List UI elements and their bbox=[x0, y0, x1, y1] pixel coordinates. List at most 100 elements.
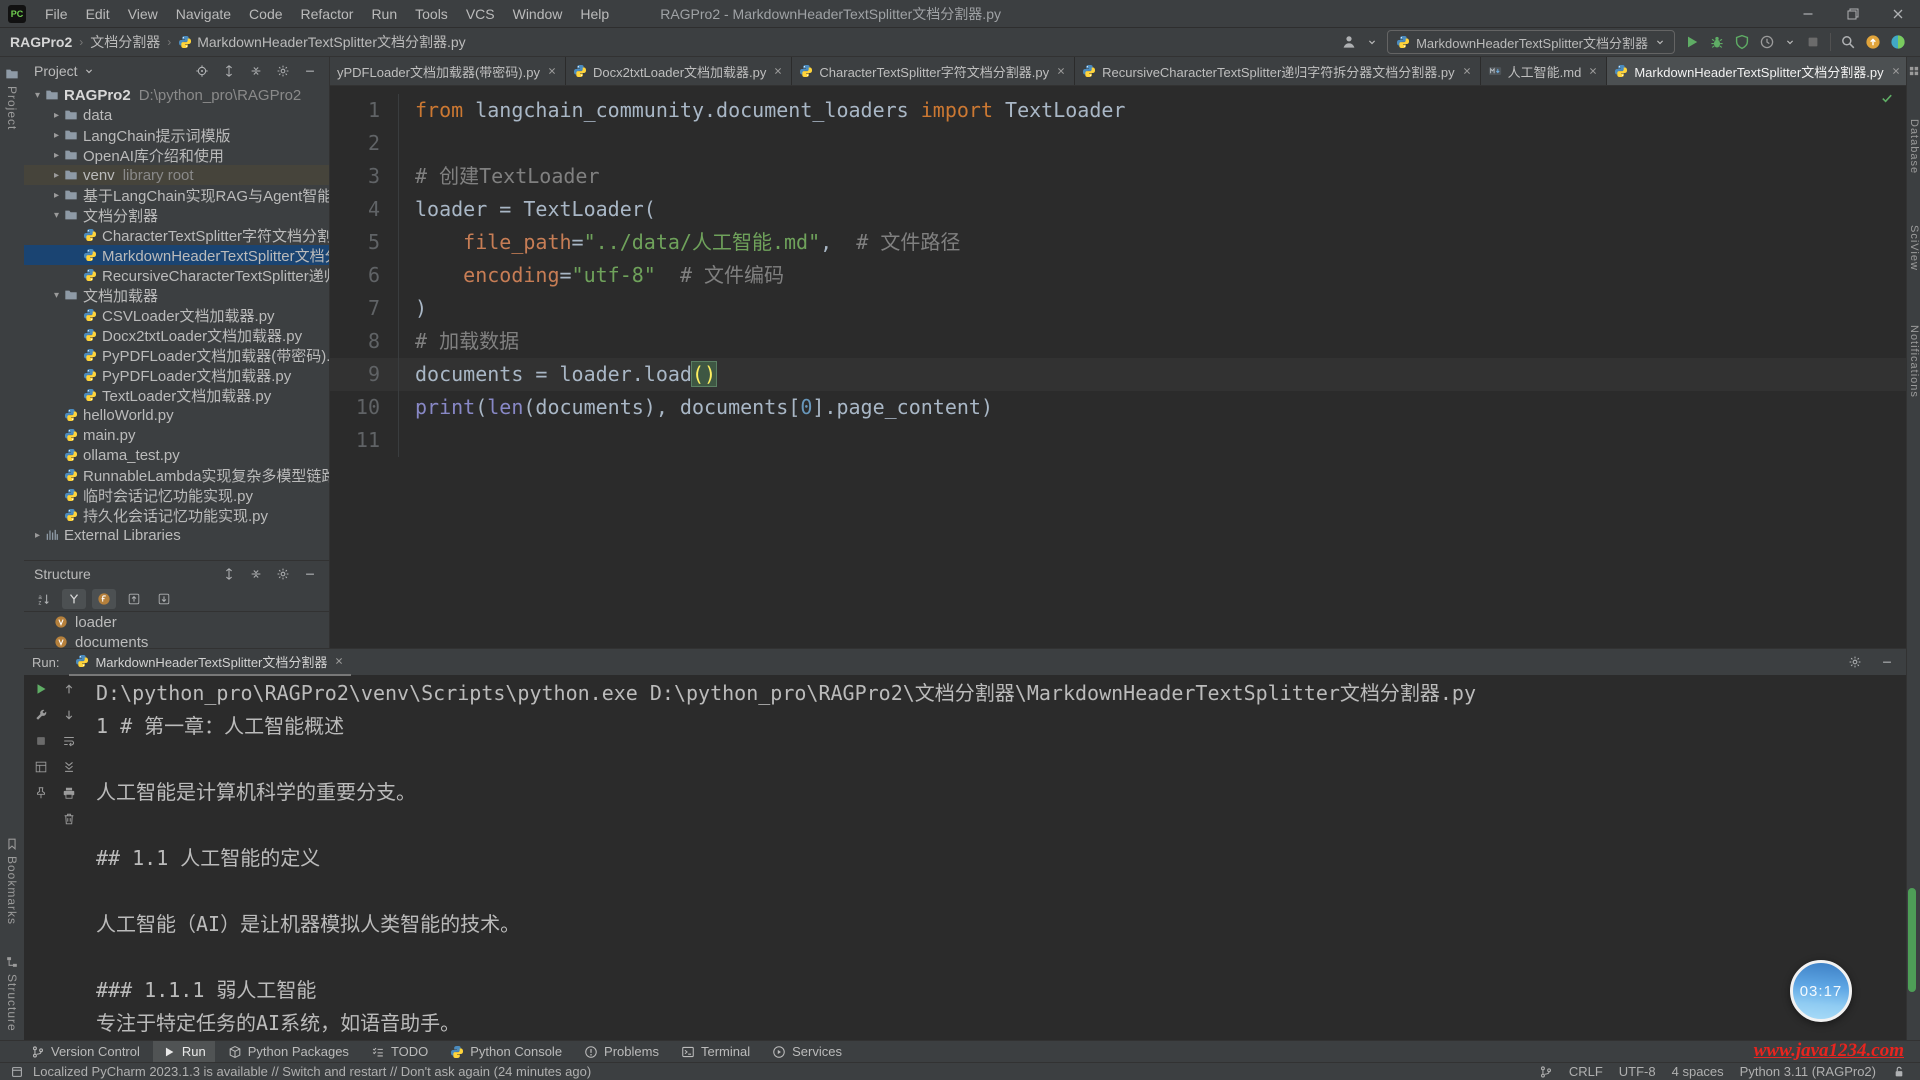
tree-item[interactable]: Docx2txtLoader文档加载器.py bbox=[24, 325, 329, 345]
line-number[interactable]: 7 bbox=[330, 292, 399, 325]
tool-window-button-services[interactable]: Services bbox=[763, 1041, 851, 1063]
tool-window-button-version-control[interactable]: Version Control bbox=[22, 1041, 149, 1063]
code-editor[interactable]: 1from langchain_community.document_loade… bbox=[330, 86, 1906, 457]
tool-window-button-problems[interactable]: Problems bbox=[575, 1041, 668, 1063]
tree-item[interactable]: CSVLoader文档加载器.py bbox=[24, 305, 329, 325]
chevron-down-icon[interactable] bbox=[83, 65, 95, 77]
editor-tab[interactable]: MarkdownHeaderTextSplitter文档分割器.py bbox=[1607, 57, 1906, 85]
run-tab[interactable]: MarkdownHeaderTextSplitter文档分割器 bbox=[69, 648, 351, 676]
console-scrollbar-thumb[interactable] bbox=[1908, 888, 1916, 992]
rerun-button[interactable] bbox=[31, 679, 51, 699]
maximize-button[interactable] bbox=[1830, 0, 1875, 28]
editor-tab[interactable]: CharacterTextSplitter字符文档分割器.py bbox=[792, 57, 1075, 85]
tree-item[interactable]: helloWorld.py bbox=[24, 405, 329, 425]
tree-expand-arrow[interactable]: ▸ bbox=[49, 190, 64, 201]
hide-panel-button[interactable] bbox=[299, 60, 321, 82]
tree-item[interactable]: RunnableLambda实现复杂多模型链路调用.py bbox=[24, 465, 329, 485]
editor-tab[interactable]: 人工智能.md bbox=[1481, 57, 1608, 85]
ide-status-icon[interactable] bbox=[1890, 34, 1906, 50]
scroll-to-source-button[interactable] bbox=[152, 589, 176, 609]
tree-item[interactable]: ▸venvlibrary root bbox=[24, 165, 329, 185]
tool-window-button-terminal[interactable]: Terminal bbox=[672, 1041, 759, 1063]
tree-expand-arrow[interactable]: ▸ bbox=[49, 150, 64, 161]
tree-expand-arrow[interactable]: ▸ bbox=[49, 130, 64, 141]
tree-item[interactable]: MarkdownHeaderTextSplitter文档分割器.py bbox=[24, 245, 329, 265]
run-button[interactable] bbox=[1684, 34, 1700, 50]
close-tab-icon[interactable] bbox=[1587, 65, 1599, 77]
inspections-ok-icon[interactable] bbox=[1880, 91, 1894, 105]
menu-tools[interactable]: Tools bbox=[406, 0, 457, 28]
arrow-up-button[interactable] bbox=[59, 679, 79, 699]
console-output[interactable]: D:\python_pro\RAGPro2\venv\Scripts\pytho… bbox=[86, 675, 1906, 1040]
tool-window-button-python-packages[interactable]: Python Packages bbox=[219, 1041, 358, 1063]
menu-help[interactable]: Help bbox=[571, 0, 618, 28]
tree-item[interactable]: ▸基于LangChain实现RAG与Agent智能体开发 bbox=[24, 185, 329, 205]
structure-item[interactable]: loader bbox=[24, 612, 329, 632]
pin-button[interactable] bbox=[31, 783, 51, 803]
user-icon[interactable] bbox=[1341, 34, 1357, 50]
layout-button[interactable] bbox=[31, 757, 51, 777]
structure-item[interactable]: documents bbox=[24, 632, 329, 648]
tool-window-button-run[interactable]: Run bbox=[153, 1041, 215, 1063]
tool-stripe-sciview[interactable]: SciView bbox=[1907, 225, 1920, 271]
expand-all-button[interactable] bbox=[218, 563, 240, 585]
line-number[interactable]: 9 bbox=[330, 358, 399, 391]
tree-item[interactable]: ▸data bbox=[24, 105, 329, 125]
tree-item[interactable]: ▾文档分割器 bbox=[24, 205, 329, 225]
close-tab-icon[interactable] bbox=[772, 65, 784, 77]
tool-window-button-todo[interactable]: TODO bbox=[362, 1041, 437, 1063]
tree-item[interactable]: CharacterTextSplitter字符文档分割器.py bbox=[24, 225, 329, 245]
menu-window[interactable]: Window bbox=[504, 0, 572, 28]
close-tab-icon[interactable] bbox=[1890, 65, 1902, 77]
debug-button[interactable] bbox=[1709, 34, 1725, 50]
tool-stripe-bookmarks[interactable]: Bookmarks bbox=[0, 837, 24, 925]
line-number[interactable]: 4 bbox=[330, 193, 399, 226]
tree-expand-arrow[interactable]: ▾ bbox=[30, 90, 45, 101]
tree-item[interactable]: TextLoader文档加载器.py bbox=[24, 385, 329, 405]
breadcrumb-item[interactable]: MarkdownHeaderTextSplitter文档分割器.py bbox=[178, 32, 465, 52]
collapse-all-button[interactable] bbox=[245, 60, 267, 82]
run-configuration-select[interactable]: MarkdownHeaderTextSplitter文档分割器 bbox=[1387, 30, 1675, 54]
close-tab-icon[interactable] bbox=[546, 65, 558, 77]
status-value[interactable]: UTF-8 bbox=[1619, 1064, 1656, 1079]
locate-file-button[interactable] bbox=[191, 60, 213, 82]
tool-stripe-layout[interactable] bbox=[1907, 65, 1920, 77]
line-number[interactable]: 8 bbox=[330, 325, 399, 358]
status-message[interactable]: Localized PyCharm 2023.1.3 is available … bbox=[33, 1064, 591, 1079]
minimize-button[interactable] bbox=[1785, 0, 1830, 28]
wrench-button[interactable] bbox=[31, 705, 51, 725]
tree-expand-arrow[interactable]: ▸ bbox=[30, 530, 45, 541]
close-tab-icon[interactable] bbox=[1461, 65, 1473, 77]
line-number[interactable]: 3 bbox=[330, 160, 399, 193]
tool-stripe-database[interactable]: Database bbox=[1907, 119, 1920, 174]
line-number[interactable]: 6 bbox=[330, 259, 399, 292]
line-number[interactable]: 11 bbox=[330, 424, 399, 457]
panel-settings-button[interactable] bbox=[1844, 651, 1866, 673]
hide-panel-button[interactable] bbox=[1876, 651, 1898, 673]
search-everywhere-icon[interactable] bbox=[1840, 34, 1856, 50]
status-value[interactable]: 4 spaces bbox=[1672, 1064, 1724, 1079]
profiler-button[interactable] bbox=[1759, 34, 1775, 50]
tree-expand-arrow[interactable]: ▾ bbox=[49, 210, 64, 221]
line-number[interactable]: 10 bbox=[330, 391, 399, 424]
show-inherited-button[interactable] bbox=[62, 589, 86, 609]
tree-item[interactable]: ▸External Libraries bbox=[24, 525, 329, 545]
tree-item[interactable]: main.py bbox=[24, 425, 329, 445]
line-number[interactable]: 5 bbox=[330, 226, 399, 259]
tree-item[interactable]: RecursiveCharacterTextSplitter递归字符拆分器文档分… bbox=[24, 265, 329, 285]
scroll-from-source-button[interactable] bbox=[122, 589, 146, 609]
chevron-down-icon[interactable] bbox=[1784, 36, 1796, 48]
collapse-all-button[interactable] bbox=[245, 563, 267, 585]
close-button[interactable] bbox=[1875, 0, 1920, 28]
menu-code[interactable]: Code bbox=[240, 0, 291, 28]
tree-item[interactable]: PyPDFLoader文档加载器.py bbox=[24, 365, 329, 385]
tree-item[interactable]: ▸OpenAI库介绍和使用 bbox=[24, 145, 329, 165]
update-available-icon[interactable] bbox=[1865, 34, 1881, 50]
breadcrumb-item[interactable]: 文档分割器 bbox=[90, 32, 160, 52]
editor-tab[interactable]: Docx2txtLoader文档加载器.py bbox=[566, 57, 792, 85]
tool-window-button-python-console[interactable]: Python Console bbox=[441, 1041, 571, 1063]
tree-item[interactable]: ▾文档加载器 bbox=[24, 285, 329, 305]
sort-alphabetically-button[interactable]: az bbox=[32, 589, 56, 609]
tree-expand-arrow[interactable]: ▸ bbox=[49, 110, 64, 121]
tool-stripe-notifications[interactable]: Notifications bbox=[1907, 325, 1920, 398]
